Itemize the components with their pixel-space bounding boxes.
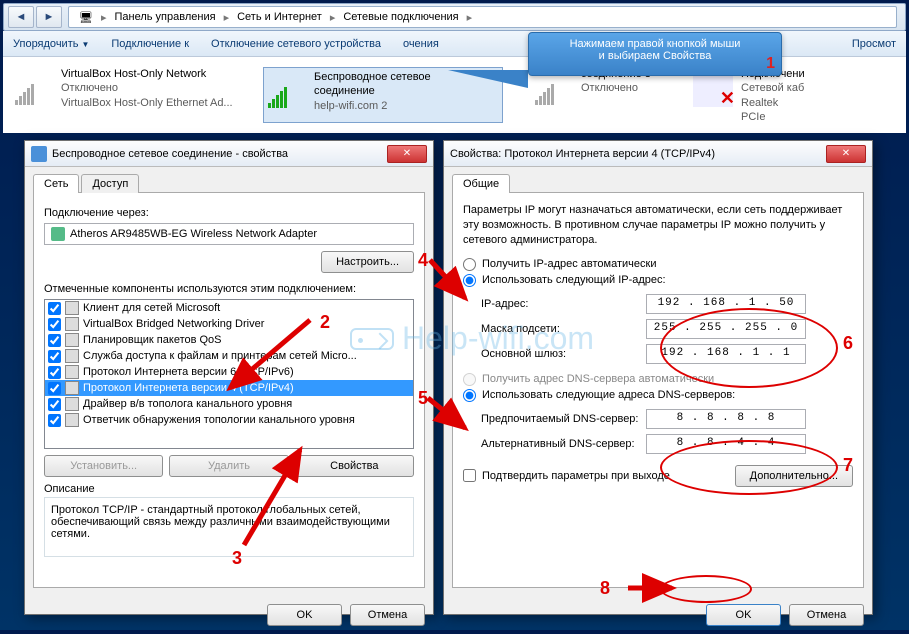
list-item[interactable]: Планировщик пакетов QoS bbox=[45, 332, 413, 348]
menu-disable[interactable]: Отключение сетевого устройства bbox=[211, 38, 381, 50]
dialog2-title: Свойства: Протокол Интернета версии 4 (T… bbox=[450, 148, 715, 160]
list-item[interactable]: Протокол Интернета версии 6 (TCP/IPv6) bbox=[45, 364, 413, 380]
gateway-field[interactable]: 192 . 168 . 1 . 1 bbox=[646, 344, 806, 364]
tab-network[interactable]: Сеть bbox=[33, 174, 79, 193]
cancel-button[interactable]: Отмена bbox=[789, 604, 864, 626]
radio-dns-auto bbox=[463, 373, 476, 386]
callout-tail bbox=[448, 70, 528, 88]
list-item-tcpipv4[interactable]: Протокол Интернета версии 4 (TCP/IPv4) bbox=[45, 380, 413, 396]
radio-ip-auto[interactable] bbox=[463, 258, 476, 271]
breadcrumb-leaf[interactable]: Сетевые подключения bbox=[343, 11, 458, 23]
close-button[interactable]: ✕ bbox=[387, 145, 427, 163]
breadcrumb-root[interactable]: Панель управления bbox=[115, 11, 216, 23]
list-item[interactable]: Драйвер в/в тополога канального уровня bbox=[45, 396, 413, 412]
disconnected-icon: ✕ bbox=[720, 88, 735, 109]
properties-dialog-tcpip: Свойства: Протокол Интернета версии 4 (T… bbox=[443, 140, 873, 615]
tab-access[interactable]: Доступ bbox=[81, 174, 139, 193]
dns2-field[interactable]: 8 . 8 . 4 . 4 bbox=[646, 434, 806, 454]
adapter-field: Atheros AR9485WB-EG Wireless Network Ada… bbox=[44, 223, 414, 245]
computer-icon: 🖥 bbox=[79, 11, 93, 24]
list-item[interactable]: Клиент для сетей Microsoft bbox=[45, 300, 413, 316]
advanced-button[interactable]: Дополнительно... bbox=[735, 465, 853, 487]
adapter-icon bbox=[31, 146, 47, 162]
components-label: Отмеченные компоненты используются этим … bbox=[44, 283, 414, 295]
uninstall-button[interactable]: Удалить bbox=[169, 455, 288, 477]
description-text: Протокол TCP/IP - стандартный протокол г… bbox=[44, 497, 414, 557]
close-button[interactable]: ✕ bbox=[826, 145, 866, 163]
nav-back-button[interactable]: ◄ bbox=[8, 6, 34, 28]
ok-button[interactable]: OK bbox=[267, 604, 342, 626]
dialog1-title: Беспроводное сетевое соединение - свойст… bbox=[52, 148, 288, 160]
components-list[interactable]: Клиент для сетей Microsoft VirtualBox Br… bbox=[44, 299, 414, 449]
ok-button[interactable]: OK bbox=[706, 604, 781, 626]
tab-general[interactable]: Общие bbox=[452, 174, 510, 193]
nav-forward-button[interactable]: ► bbox=[36, 6, 62, 28]
menu-organize[interactable]: Упорядочить▼ bbox=[13, 38, 89, 50]
properties-dialog-adapter: Беспроводное сетевое соединение - свойст… bbox=[24, 140, 434, 615]
list-item[interactable]: Ответчик обнаружения топологии канальног… bbox=[45, 412, 413, 428]
confirm-checkbox[interactable] bbox=[463, 469, 476, 482]
dns1-field[interactable]: 8 . 8 . 8 . 8 bbox=[646, 409, 806, 429]
info-text: Параметры IP могут назначаться автоматич… bbox=[463, 203, 853, 248]
properties-button[interactable]: Свойства bbox=[295, 455, 414, 477]
subnet-mask-field[interactable]: 255 . 255 . 255 . 0 bbox=[646, 319, 806, 339]
menu-diagnose[interactable]: очения bbox=[403, 38, 439, 50]
tooltip-callout: Нажимаем правой кнопкой мыши и выбираем … bbox=[528, 32, 782, 76]
network-card-icon bbox=[51, 227, 65, 241]
menu-connect[interactable]: Подключение к bbox=[111, 38, 189, 50]
description-label: Описание bbox=[44, 483, 414, 495]
radio-dns-manual[interactable] bbox=[463, 389, 476, 402]
list-item[interactable]: Служба доступа к файлам и принтерам сете… bbox=[45, 348, 413, 364]
breadcrumb-mid[interactable]: Сеть и Интернет bbox=[237, 11, 322, 23]
list-item[interactable]: VirtualBox Bridged Networking Driver bbox=[45, 316, 413, 332]
ip-address-field[interactable]: 192 . 168 . 1 . 50 bbox=[646, 294, 806, 314]
install-button[interactable]: Установить... bbox=[44, 455, 163, 477]
connection-virtualbox[interactable]: VirtualBox Host-Only Network Отключено V… bbox=[13, 67, 233, 123]
radio-ip-manual[interactable] bbox=[463, 274, 476, 287]
breadcrumb[interactable]: 🖥 ▸ Панель управления ▸ Сеть и Интернет … bbox=[68, 6, 897, 28]
cancel-button[interactable]: Отмена bbox=[350, 604, 425, 626]
configure-button[interactable]: Настроить... bbox=[321, 251, 414, 273]
menu-view[interactable]: Просмот bbox=[852, 38, 896, 50]
connect-via-label: Подключение через: bbox=[44, 207, 414, 219]
